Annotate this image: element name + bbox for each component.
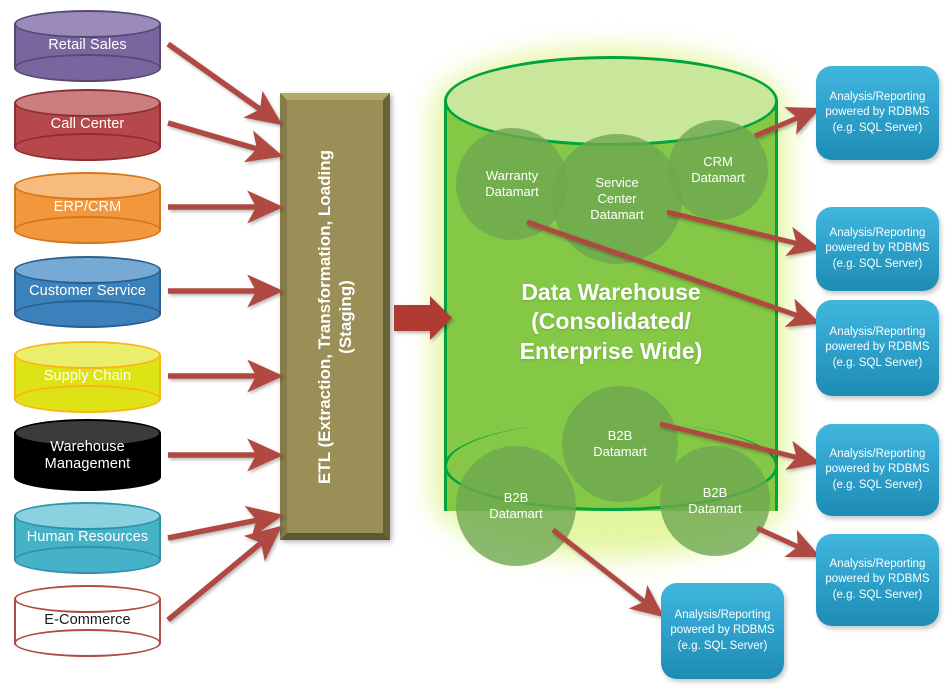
data-warehouse-architecture-diagram: Retail Sales Call Center ERP/CRM Custome… — [0, 0, 952, 700]
datamart-label: B2B Datamart — [688, 484, 742, 516]
output-box-5[interactable]: Analysis/Reporting powered by RDBMS (e.g… — [816, 534, 939, 626]
cylinder-bottom-face — [14, 546, 161, 574]
cylinder-top-face — [14, 502, 161, 530]
output-box-6[interactable]: Analysis/Reporting powered by RDBMS (e.g… — [661, 583, 784, 679]
source-label: Customer Service — [29, 283, 146, 299]
datamart-service-center[interactable]: Service Center Datamart — [552, 134, 682, 264]
arrow-human-resources-to-etl — [167, 505, 284, 541]
etl-stage-bar[interactable]: ETL (Extraction, Transformation, Loading… — [280, 93, 390, 540]
source-customer-service[interactable]: Customer Service — [14, 256, 161, 328]
output-box-3[interactable]: Analysis/Reporting powered by RDBMS (e.g… — [816, 300, 939, 396]
output-label: Analysis/Reporting powered by RDBMS (e.g… — [825, 227, 930, 270]
etl-label: ETL (Extraction, Transformation, Loading… — [314, 149, 355, 484]
source-label: Call Center — [50, 116, 125, 132]
warehouse-title: Data Warehouse (Consolidated/ Enterprise… — [519, 279, 703, 364]
output-label: Analysis/Reporting powered by RDBMS (e.g… — [670, 609, 775, 652]
datamart-warranty[interactable]: Warranty Datamart — [456, 128, 568, 240]
datamart-label: CRM Datamart — [691, 153, 745, 185]
datamart-b2b-right[interactable]: B2B Datamart — [660, 446, 770, 556]
source-warehouse-management[interactable]: Warehouse Management — [14, 419, 161, 491]
source-call-center[interactable]: Call Center — [14, 89, 161, 161]
cylinder-bottom-face — [14, 216, 161, 244]
arrow-call-center-to-etl — [167, 120, 284, 163]
source-supply-chain[interactable]: Supply Chain — [14, 341, 161, 413]
source-label: Retail Sales — [48, 37, 127, 53]
output-box-1[interactable]: Analysis/Reporting powered by RDBMS (e.g… — [816, 66, 939, 160]
cylinder-top-face — [14, 585, 161, 613]
datamart-label: B2B Datamart — [593, 427, 647, 459]
data-warehouse-cylinder[interactable]: Warranty Datamart Service Center Datamar… — [444, 56, 778, 566]
cylinder-top-face — [14, 341, 161, 369]
cylinder-bottom-face — [14, 54, 161, 82]
cylinder-bottom-face — [14, 133, 161, 161]
cylinder-top-face — [14, 172, 161, 200]
arrow-ecommerce-to-etl — [166, 525, 283, 623]
source-label: Supply Chain — [43, 368, 132, 384]
datamart-b2b-top[interactable]: B2B Datamart — [562, 386, 678, 502]
cylinder-top-face — [14, 89, 161, 117]
cylinder-bottom-face — [14, 629, 161, 657]
output-label: Analysis/Reporting powered by RDBMS (e.g… — [825, 558, 930, 601]
cylinder-bottom-face — [14, 385, 161, 413]
source-to-etl-arrows — [166, 41, 284, 623]
source-label: Human Resources — [26, 529, 149, 545]
source-label: E-Commerce — [44, 612, 131, 628]
output-label: Analysis/Reporting powered by RDBMS (e.g… — [825, 448, 930, 491]
output-box-2[interactable]: Analysis/Reporting powered by RDBMS (e.g… — [816, 207, 939, 291]
datamart-label: B2B Datamart — [489, 489, 543, 521]
cylinder-bottom-face — [14, 300, 161, 328]
cylinder-top-face — [14, 10, 161, 38]
source-human-resources[interactable]: Human Resources — [14, 502, 161, 574]
datamart-crm[interactable]: CRM Datamart — [668, 120, 768, 220]
source-erp-crm[interactable]: ERP/CRM — [14, 172, 161, 244]
datamart-b2b-left[interactable]: B2B Datamart — [456, 446, 576, 566]
source-ecommerce[interactable]: E-Commerce — [14, 585, 161, 657]
output-box-4[interactable]: Analysis/Reporting powered by RDBMS (e.g… — [816, 424, 939, 516]
output-label: Analysis/Reporting powered by RDBMS (e.g… — [825, 326, 930, 369]
datamart-label: Service Center Datamart — [590, 174, 644, 223]
output-label: Analysis/Reporting powered by RDBMS (e.g… — [825, 91, 930, 134]
source-retail-sales[interactable]: Retail Sales — [14, 10, 161, 82]
datamart-label: Warranty Datamart — [485, 167, 539, 199]
source-label: Warehouse Management — [44, 439, 131, 473]
source-label: ERP/CRM — [53, 199, 122, 215]
arrow-retail-sales-to-etl — [166, 41, 283, 126]
cylinder-top-face — [14, 256, 161, 284]
